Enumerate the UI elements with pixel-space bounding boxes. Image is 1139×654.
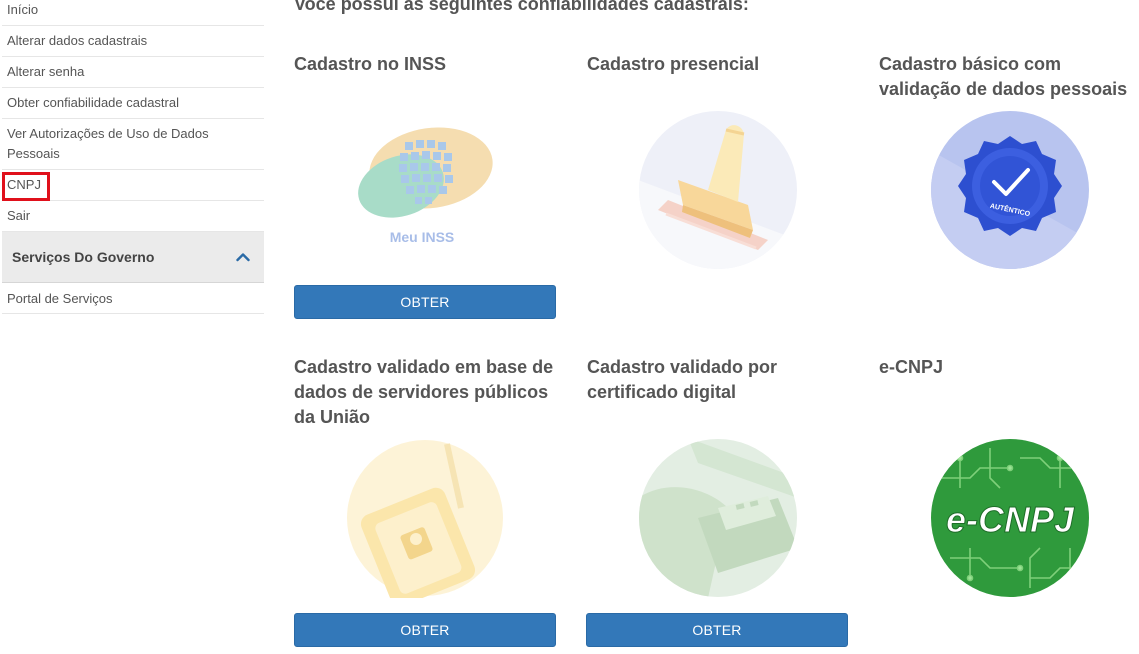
section-title: Serviços Do Governo bbox=[12, 249, 155, 265]
obter-button-servidores[interactable]: OBTER bbox=[294, 613, 556, 647]
meu-inss-text: Meu INSS bbox=[390, 229, 455, 245]
card-title: Cadastro no INSS bbox=[294, 54, 447, 74]
sidebar-item-portal-servicos[interactable]: Portal de Serviços bbox=[2, 283, 264, 314]
sidebar-item-autorizacoes[interactable]: Ver Autorizações de Uso de Dados Pessoai… bbox=[2, 119, 264, 170]
chevron-up-icon[interactable] bbox=[236, 252, 250, 262]
obter-button-inss[interactable]: OBTER bbox=[294, 285, 556, 319]
card-title: Cadastro presencial bbox=[587, 54, 760, 74]
obter-button-certificado[interactable]: OBTER bbox=[586, 613, 848, 647]
card-basico: Cadastro básico com validação de dados p… bbox=[879, 52, 1139, 102]
sidebar-item-inicio[interactable]: Início bbox=[2, 0, 264, 26]
card-ecnpj: e-CNPJ bbox=[879, 355, 1139, 380]
ecnpj-text: e-CNPJ bbox=[946, 499, 1075, 540]
card-title: Cadastro validado em base de dados de se… bbox=[294, 357, 554, 427]
card-presencial: Cadastro presencial bbox=[587, 52, 849, 77]
sidebar: Início Alterar dados cadastrais Alterar … bbox=[2, 0, 264, 314]
card-title: Cadastro básico com validação de dados p… bbox=[879, 54, 1128, 99]
stamp-icon bbox=[639, 111, 797, 269]
meu-inss-logo-icon: Meu INSS bbox=[358, 127, 493, 245]
card-title: e-CNPJ bbox=[879, 357, 944, 377]
ecnpj-logo-icon: e-CNPJ bbox=[931, 439, 1089, 597]
highlight-box bbox=[2, 172, 50, 201]
sidebar-item-alterar-senha[interactable]: Alterar senha bbox=[2, 57, 264, 88]
card-servidores: Cadastro validado em base de dados de se… bbox=[294, 355, 556, 430]
sidebar-item-cnpj[interactable]: CNPJ bbox=[2, 170, 264, 201]
authentic-seal-icon: AUTÊNTICO bbox=[931, 111, 1089, 269]
card-inss: Cadastro no INSS bbox=[294, 52, 556, 77]
card-certificado: Cadastro validado por certificado digita… bbox=[587, 355, 849, 405]
sidebar-item-alterar-dados[interactable]: Alterar dados cadastrais bbox=[2, 26, 264, 57]
page-heading: Você possui as seguintes confiabilidades… bbox=[294, 0, 749, 14]
card-title: Cadastro validado por certificado digita… bbox=[587, 357, 778, 402]
sidebar-item-sair[interactable]: Sair bbox=[2, 201, 264, 232]
sidebar-item-obter-confiabilidade[interactable]: Obter confiabilidade cadastral bbox=[2, 88, 264, 119]
sidebar-section-servicos[interactable]: Serviços Do Governo bbox=[2, 232, 264, 283]
usb-token-icon bbox=[639, 439, 797, 597]
badge-id-icon bbox=[347, 440, 503, 598]
